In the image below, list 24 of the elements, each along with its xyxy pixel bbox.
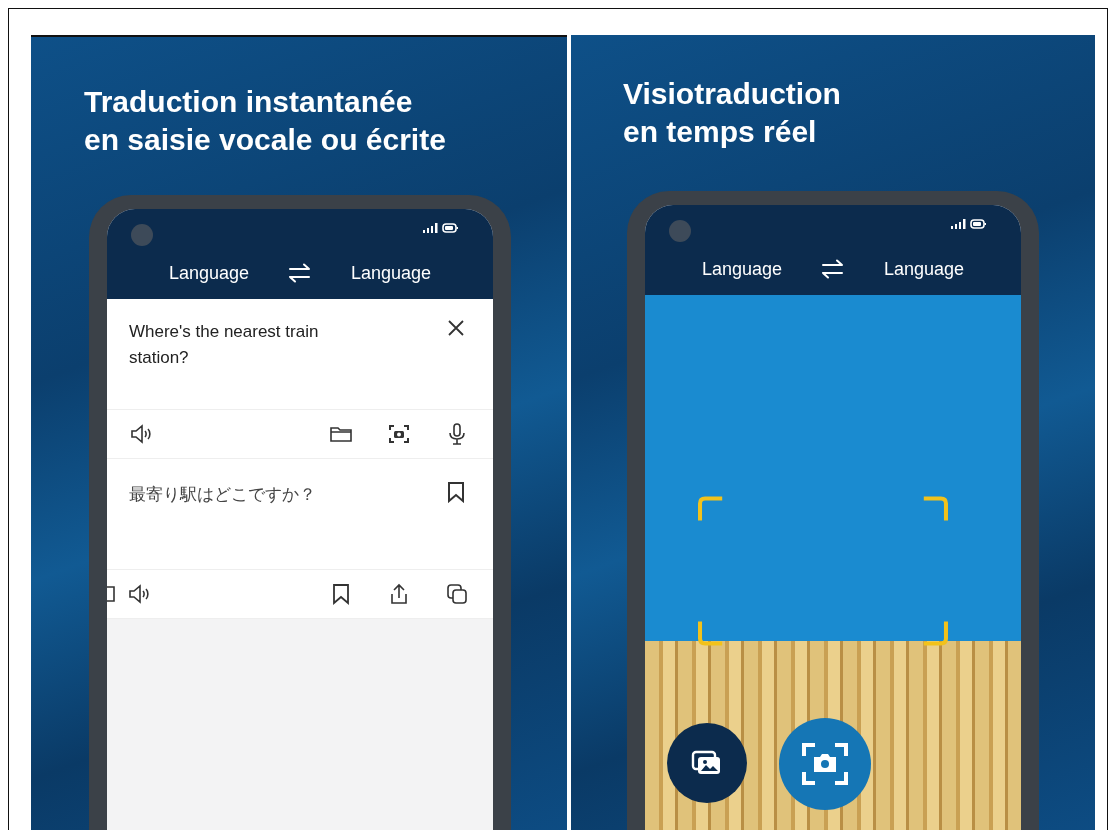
headline: en temps réel (623, 114, 818, 150)
target-language-button[interactable]: Language (351, 262, 432, 284)
gallery-icon (691, 750, 723, 776)
swap-icon[interactable] (287, 263, 313, 283)
signal-battery-icon (951, 218, 987, 230)
target-language-button[interactable]: Language (884, 258, 965, 280)
headline: Traduction instantanée (84, 84, 414, 120)
translated-text: 最寄り駅はどこですか？ (129, 483, 317, 506)
front-camera-icon (669, 220, 691, 242)
camera-scan-icon[interactable] (387, 422, 411, 446)
headline: Visiotraduction (623, 76, 842, 112)
camera-scan-icon (801, 742, 849, 786)
close-icon[interactable] (447, 319, 465, 337)
speaker-icon[interactable] (127, 582, 151, 606)
source-language-button[interactable]: Language (701, 258, 782, 280)
source-language-button[interactable]: Language (168, 262, 249, 284)
front-camera-icon (131, 224, 153, 246)
signal-battery-icon (423, 222, 459, 234)
speaker-icon[interactable] (129, 422, 153, 446)
bookmark-icon[interactable] (447, 481, 465, 503)
scan-frame-icon (697, 495, 949, 647)
copy-icon[interactable] (445, 582, 469, 606)
swap-icon[interactable] (820, 259, 846, 279)
headline: en saisie vocale ou écrite (84, 122, 447, 158)
